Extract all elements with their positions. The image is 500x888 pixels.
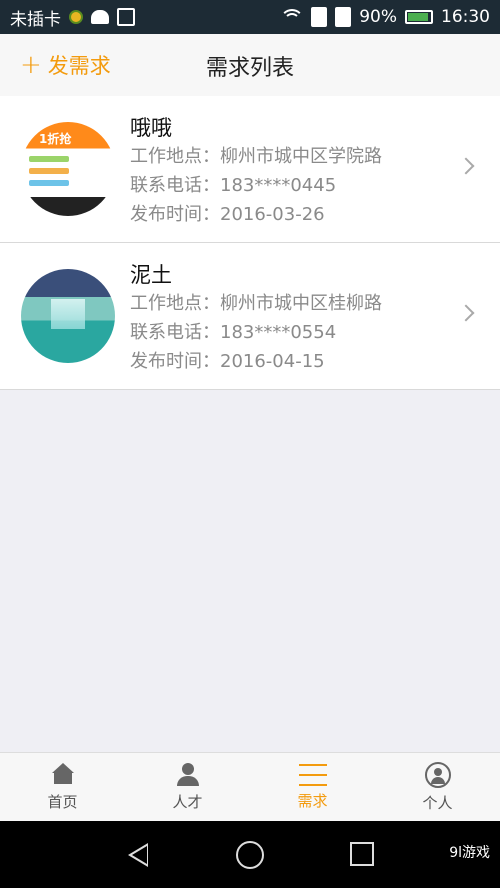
signal-icon	[311, 7, 328, 27]
tab-label: 个人	[422, 794, 453, 812]
item-phone: 联系电话：183****0554	[130, 322, 337, 343]
home-icon	[50, 763, 76, 787]
status-bar: 未插卡 90% 16:30	[0, 0, 500, 34]
image-icon	[117, 8, 135, 26]
battery-icon	[405, 10, 433, 24]
item-name: 哦哦	[130, 116, 172, 140]
item-name: 泥土	[130, 263, 172, 287]
carrier-text: 未插卡	[10, 9, 61, 30]
list-item[interactable]: 1折抢 哦哦 工作地点：柳州市城中区学院路 联系电话：183****0445 发…	[0, 96, 500, 243]
person-icon	[176, 763, 199, 787]
wifi-icon	[280, 9, 305, 25]
android-icon	[91, 10, 109, 24]
chevron-right-icon	[457, 304, 475, 322]
system-nav-bar	[0, 821, 500, 888]
item-location: 工作地点：柳州市城中区桂柳路	[130, 293, 382, 314]
item-thumbnail: 1折抢	[21, 122, 115, 216]
tab-requests[interactable]: 需求	[250, 753, 375, 822]
back-icon[interactable]	[128, 843, 148, 867]
watermark: 9l游戏	[449, 845, 490, 861]
chevron-right-icon	[457, 157, 475, 175]
tab-label: 需求	[297, 792, 328, 810]
battery-percent: 90%	[359, 7, 397, 27]
list-item[interactable]: 泥土 工作地点：柳州市城中区桂柳路 联系电话：183****0554 发布时间：…	[0, 243, 500, 390]
item-date: 发布时间：2016-04-15	[130, 351, 325, 372]
status-left: 未插卡	[10, 5, 135, 30]
menu-icon	[298, 764, 327, 786]
page-title: 需求列表	[205, 56, 294, 81]
tab-label: 首页	[47, 793, 78, 811]
status-right: 90% 16:30	[280, 7, 490, 27]
home-circle-icon[interactable]	[236, 841, 264, 869]
tab-label: 人才	[172, 793, 203, 811]
user-icon	[424, 762, 451, 788]
tab-talent[interactable]: 人才	[125, 753, 250, 822]
item-date: 发布时间：2016-03-26	[130, 204, 325, 225]
tab-profile[interactable]: 个人	[375, 753, 500, 822]
signal-icon-2	[335, 7, 352, 27]
item-phone: 联系电话：183****0445	[130, 175, 337, 196]
sim-icon	[69, 10, 83, 24]
recents-icon[interactable]	[350, 842, 374, 866]
item-thumbnail	[21, 269, 115, 363]
item-location: 工作地点：柳州市城中区学院路	[130, 146, 382, 167]
tab-home[interactable]: 首页	[0, 753, 125, 822]
request-list: 1折抢 哦哦 工作地点：柳州市城中区学院路 联系电话：183****0445 发…	[0, 96, 500, 390]
clock: 16:30	[441, 7, 490, 27]
tab-bar: 首页 人才 需求 个人	[0, 752, 500, 822]
header: + 发需求 需求列表	[0, 34, 500, 96]
